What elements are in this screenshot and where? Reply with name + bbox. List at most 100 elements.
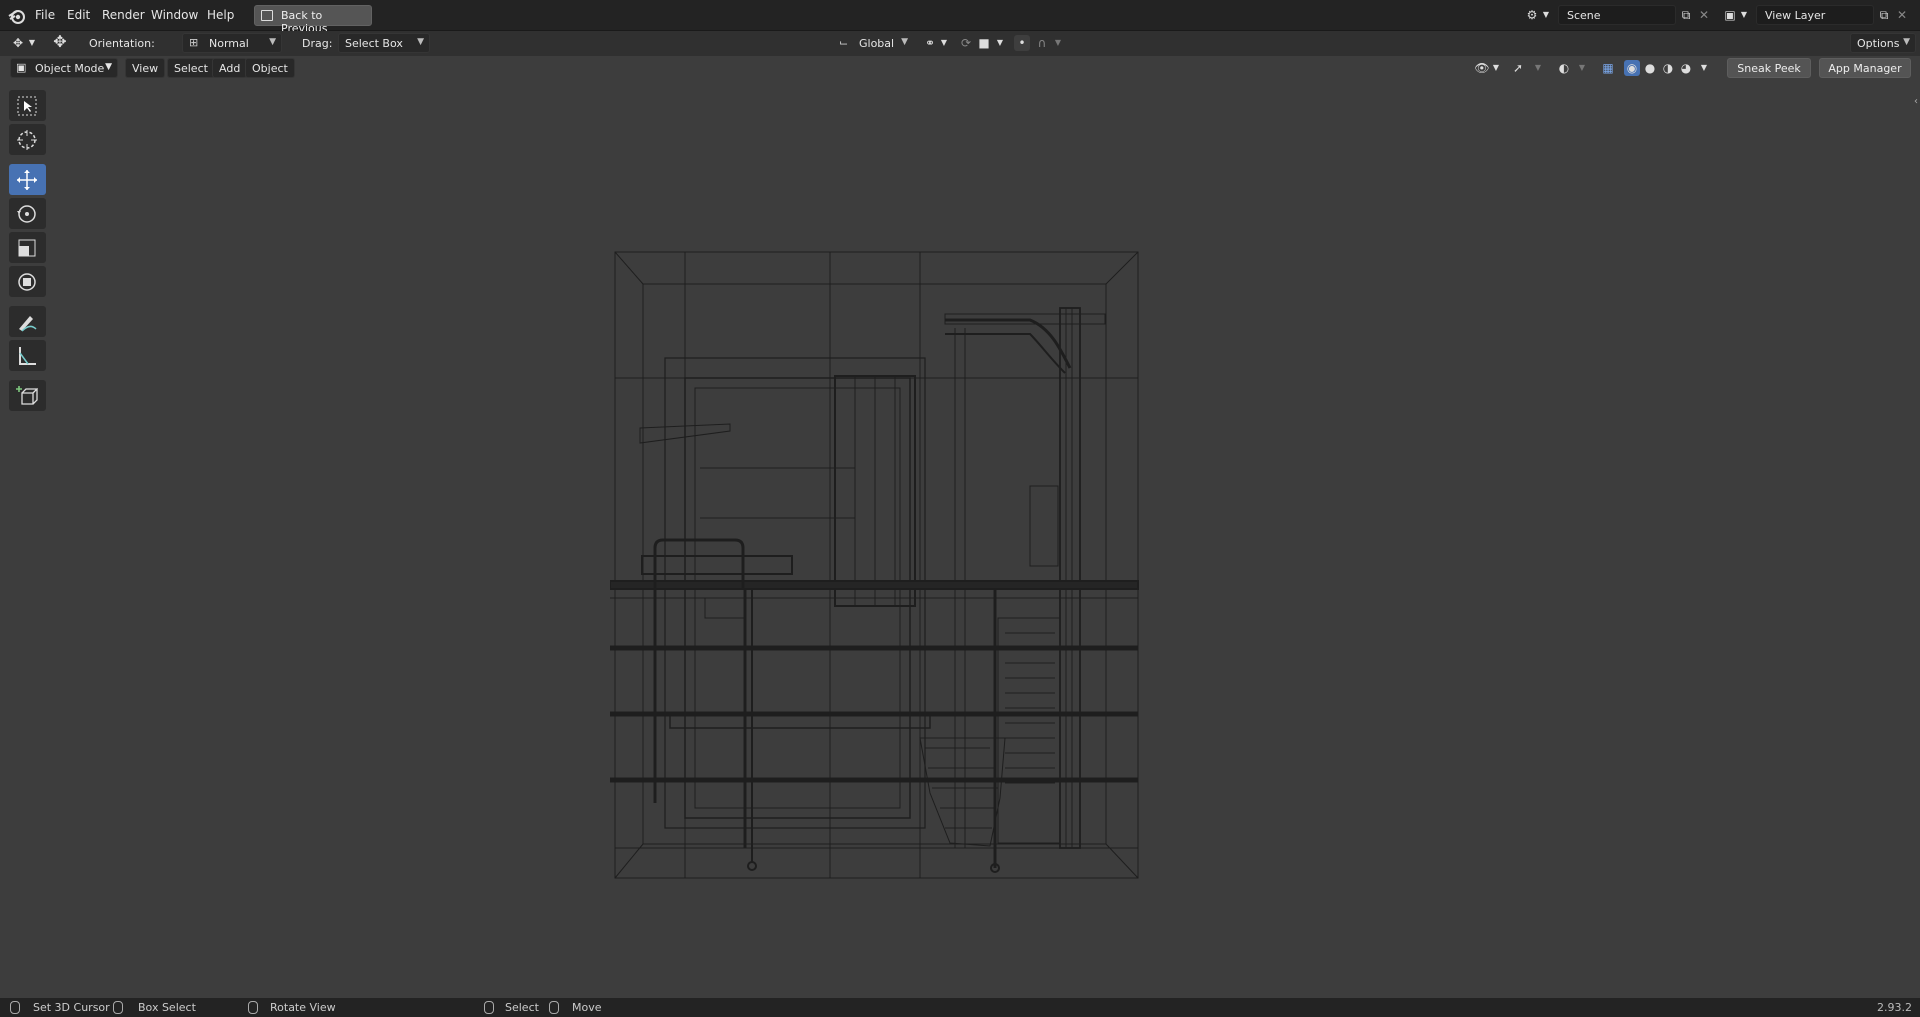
menu-file[interactable]: File <box>35 8 55 22</box>
chevron-down-icon[interactable]: ▼ <box>1488 60 1504 76</box>
view-layer-selector[interactable]: ▣ ▼ View Layer ⧉ ✕ <box>1722 5 1918 26</box>
object-mode-label: Object Mode <box>35 62 105 75</box>
mouse-left-icon <box>484 1001 494 1014</box>
scale-tool[interactable] <box>9 232 46 263</box>
app-manager-button[interactable]: App Manager <box>1819 58 1911 78</box>
object-mode-dropdown[interactable]: ▣ Object Mode ▼ <box>10 58 118 78</box>
view-layer-name-field[interactable]: View Layer <box>1756 5 1874 25</box>
move-icon <box>17 170 37 190</box>
new-scene-icon[interactable]: ⧉ <box>1678 7 1694 23</box>
drag-label: Drag: <box>302 37 333 50</box>
annotate-tool[interactable] <box>9 306 46 337</box>
menu-edit[interactable]: Edit <box>67 8 90 22</box>
options-label: Options <box>1857 37 1900 50</box>
drag-value: Select Box <box>345 37 403 50</box>
snap-increment-icon[interactable]: ■ <box>976 35 992 51</box>
xray-toggle-icon[interactable]: ▦ <box>1600 60 1616 76</box>
mouse-left-icon <box>10 1001 20 1014</box>
close-icon[interactable]: ✕ <box>1894 7 1910 23</box>
move-tool[interactable] <box>9 164 46 195</box>
annotate-icon <box>19 316 37 332</box>
wireframe-shading-icon[interactable]: ◉ <box>1624 60 1640 76</box>
view-menu[interactable]: View <box>125 58 166 78</box>
object-menu[interactable]: Object <box>245 58 295 78</box>
scale-icon <box>18 239 36 257</box>
measure-tool[interactable] <box>9 340 46 371</box>
solid-shading-icon[interactable]: ● <box>1642 60 1658 76</box>
transform-tool[interactable] <box>9 266 46 297</box>
top-menu-bar: File Edit Render Window Help Back to Pre… <box>0 0 1920 35</box>
chevron-down-icon[interactable]: ▼ <box>1696 60 1712 76</box>
menu-help[interactable]: Help <box>207 8 234 22</box>
object-mode-icon: ▣ <box>16 61 27 74</box>
rendered-shading-icon[interactable]: ◕ <box>1678 60 1694 76</box>
transform-orientation-dropdown[interactable]: ⌙ Global ▼ <box>834 33 914 53</box>
chevron-down-icon[interactable]: ▼ <box>1736 7 1752 23</box>
cursor-tool[interactable] <box>9 124 46 155</box>
close-icon[interactable]: ✕ <box>1696 7 1712 23</box>
add-menu[interactable]: Add <box>212 58 248 78</box>
add-cube-icon <box>16 386 38 405</box>
options-dropdown[interactable]: Options ▼ <box>1850 33 1916 53</box>
chevron-down-icon[interactable]: ▼ <box>1050 35 1066 51</box>
chevron-down-icon: ▼ <box>1903 37 1910 47</box>
blender-logo-icon[interactable] <box>8 7 26 25</box>
status-rotate-view: Rotate View <box>270 1001 336 1014</box>
rotate-tool[interactable] <box>9 198 46 229</box>
status-select: Select <box>505 1001 539 1014</box>
falloff-icon[interactable]: ∩ <box>1034 35 1050 51</box>
mouse-drag-icon <box>113 1001 123 1014</box>
status-move: Move <box>572 1001 602 1014</box>
chevron-down-icon[interactable]: ▼ <box>1538 7 1554 23</box>
measure-icon <box>19 347 36 365</box>
3d-viewport[interactable] <box>0 80 1920 998</box>
chevron-down-icon[interactable]: ▼ <box>1530 60 1546 76</box>
orientation-icon: ⊞ <box>189 36 199 49</box>
snap-icon[interactable]: ⟳ <box>958 35 974 51</box>
mouse-drag-icon <box>549 1001 559 1014</box>
select-box-icon <box>17 96 37 116</box>
drag-dropdown[interactable]: Select Box ▼ <box>338 33 430 53</box>
move-arrows-icon: ✥ <box>53 32 67 51</box>
status-set-3d-cursor: Set 3D Cursor <box>33 1001 110 1014</box>
mouse-middle-icon <box>248 1001 258 1014</box>
scene-selector[interactable]: ⚙ ▼ Scene ⧉ ✕ <box>1524 5 1714 26</box>
menu-render[interactable]: Render <box>102 8 145 22</box>
viewport-header: ▣ Object Mode ▼ View Select Add Object 👁… <box>0 56 1920 80</box>
overlays-icon[interactable]: ◐ <box>1556 60 1572 76</box>
orientation-value: Normal <box>209 37 249 50</box>
back-to-previous-button[interactable]: Back to Previous <box>254 5 372 35</box>
tool-header: ✥ ▼ ✥ Orientation: ⊞ Normal ▼ Drag: Sele… <box>0 31 1920 56</box>
wireframe-scene <box>610 251 1139 879</box>
status-bar: Set 3D Cursor Box Select Rotate View Sel… <box>0 998 1920 1017</box>
orientation-label: Orientation: <box>89 37 155 50</box>
material-shading-icon[interactable]: ◑ <box>1660 60 1676 76</box>
status-box-select: Box Select <box>138 1001 196 1014</box>
transform-orientation-value: Global <box>859 37 895 50</box>
chevron-down-icon: ▼ <box>417 37 424 47</box>
scene-name-field[interactable]: Scene <box>1558 5 1676 25</box>
select-box-tool[interactable] <box>9 90 46 121</box>
sneak-peek-button[interactable]: Sneak Peek <box>1727 58 1811 78</box>
chevron-down-icon: ▼ <box>269 37 276 47</box>
chevron-down-icon[interactable]: ▼ <box>24 35 40 51</box>
add-cube-tool[interactable] <box>9 380 46 411</box>
rotate-icon <box>17 205 36 223</box>
select-menu[interactable]: Select <box>167 58 215 78</box>
gizmo-icon[interactable]: ➚ <box>1510 60 1526 76</box>
chevron-down-icon: ▼ <box>105 62 112 72</box>
transform-icon <box>18 273 36 291</box>
orientation-dropdown[interactable]: ⊞ Normal ▼ <box>182 33 282 53</box>
version-label: 2.93.2 <box>1877 1001 1912 1014</box>
global-axes-icon: ⌙ <box>839 36 849 49</box>
back-icon <box>261 10 273 21</box>
menu-window[interactable]: Window <box>151 8 198 22</box>
chevron-down-icon[interactable]: ▼ <box>992 35 1008 51</box>
cursor-icon <box>17 130 37 150</box>
chevron-down-icon: ▼ <box>901 37 908 47</box>
chevron-down-icon[interactable]: ▼ <box>936 35 952 51</box>
sidebar-toggle-icon[interactable]: ‹ <box>1914 96 1918 107</box>
proportional-editing-icon[interactable]: • <box>1014 35 1030 51</box>
new-view-layer-icon[interactable]: ⧉ <box>1876 7 1892 23</box>
chevron-down-icon[interactable]: ▼ <box>1574 60 1590 76</box>
